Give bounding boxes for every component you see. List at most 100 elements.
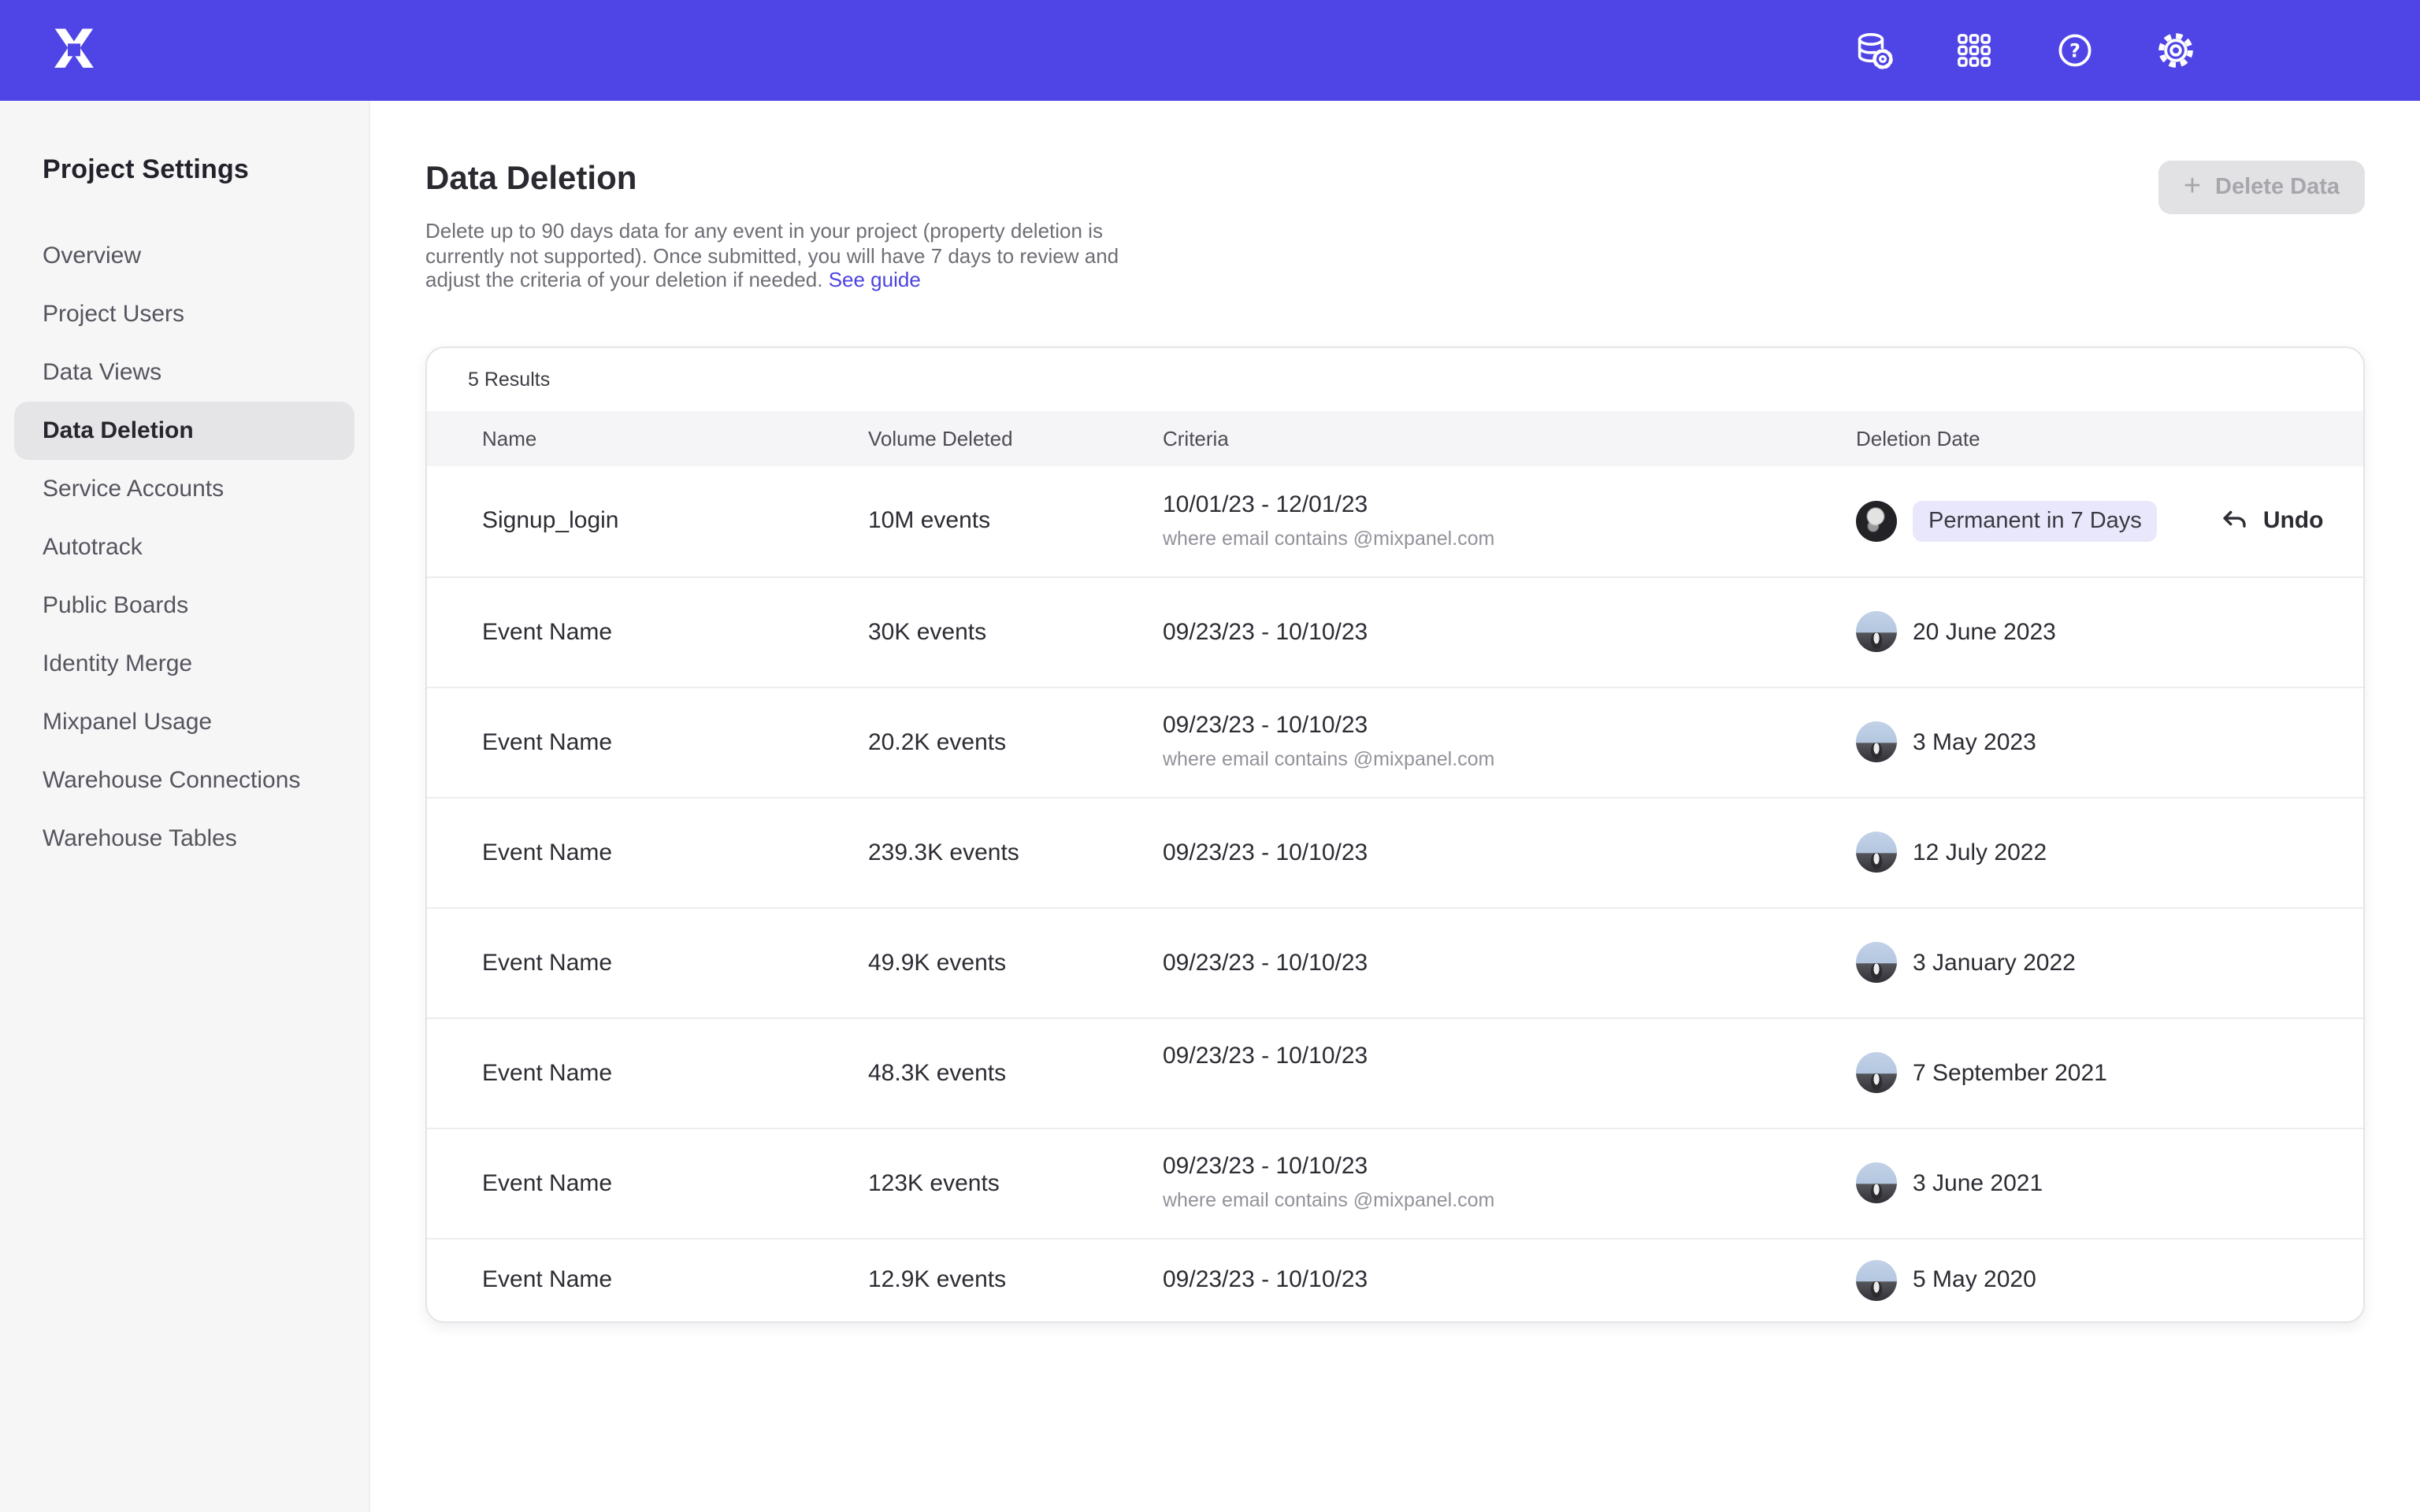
column-header-volume: Volume Deleted	[868, 427, 1163, 450]
row-name: Event Name	[482, 729, 868, 756]
row-name: Event Name	[482, 1170, 868, 1197]
deletion-date: 7 September 2021	[1913, 1060, 2107, 1087]
sidebar-item-warehouse-connections[interactable]: Warehouse Connections	[14, 751, 354, 810]
sidebar-item-service-accounts[interactable]: Service Accounts	[14, 460, 354, 518]
row-deletion-cell: 20 June 2023	[1856, 612, 2363, 653]
svg-text:?: ?	[2069, 40, 2080, 62]
table-row: Event Name 30K events 09/23/23 - 10/10/2…	[427, 576, 2363, 687]
row-name: Signup_login	[482, 508, 868, 535]
row-volume: 10M events	[868, 508, 1163, 535]
row-criteria-range: 10/01/23 - 12/01/23	[1163, 491, 1856, 518]
permanent-in-days-badge: Permanent in 7 Days	[1913, 501, 2158, 542]
row-name: Event Name	[482, 1267, 868, 1294]
settings-gear-icon[interactable]	[2155, 30, 2196, 71]
row-criteria: 09/23/23 - 10/10/23 where email contains…	[1163, 1154, 1856, 1214]
row-criteria-range: 09/23/23 - 10/10/23	[1163, 950, 1856, 976]
plus-icon: +	[2184, 171, 2201, 201]
column-header-criteria: Criteria	[1163, 427, 1856, 450]
database-gear-icon[interactable]	[1853, 30, 1894, 71]
sidebar: Project Settings OverviewProject UsersDa…	[0, 101, 370, 1512]
row-deletion-cell: Permanent in 7 Days Undo	[1856, 501, 2363, 542]
sidebar-item-data-views[interactable]: Data Views	[14, 343, 354, 402]
column-header-deletion-date: Deletion Date	[1856, 427, 2363, 450]
sidebar-item-autotrack[interactable]: Autotrack	[14, 518, 354, 576]
row-deletion-cell: 7 September 2021	[1856, 1053, 2363, 1094]
row-name: Event Name	[482, 1060, 868, 1087]
page-description: Delete up to 90 days data for any event …	[425, 219, 1138, 293]
row-criteria-range: 09/23/23 - 10/10/23	[1163, 1267, 1856, 1294]
deletion-date: 3 January 2022	[1913, 950, 2076, 976]
user-avatar	[1856, 612, 1897, 653]
delete-data-button[interactable]: + Delete Data	[2158, 161, 2365, 214]
row-volume: 12.9K events	[868, 1267, 1163, 1294]
row-criteria: 09/23/23 - 10/10/23	[1163, 1267, 1856, 1294]
row-criteria-filter: where email contains @mixpanel.com	[1163, 528, 1856, 551]
sidebar-item-public-boards[interactable]: Public Boards	[14, 576, 354, 635]
undo-icon	[2221, 507, 2249, 536]
see-guide-link[interactable]: See guide	[829, 268, 921, 291]
sidebar-item-data-deletion[interactable]: Data Deletion	[14, 402, 354, 460]
row-volume: 20.2K events	[868, 729, 1163, 756]
column-header-name: Name	[482, 427, 868, 450]
row-volume: 48.3K events	[868, 1060, 1163, 1087]
table-row: Event Name 20.2K events 09/23/23 - 10/10…	[427, 687, 2363, 797]
page-header: Data Deletion Delete up to 90 days data …	[425, 161, 2365, 293]
row-volume: 49.9K events	[868, 950, 1163, 976]
sidebar-item-warehouse-tables[interactable]: Warehouse Tables	[14, 810, 354, 868]
mixpanel-logo[interactable]: X	[47, 24, 101, 77]
table-row: Event Name 12.9K events 09/23/23 - 10/10…	[427, 1238, 2363, 1321]
table-row: Event Name 48.3K events 09/23/23 - 10/10…	[427, 1017, 2363, 1128]
row-volume: 239.3K events	[868, 839, 1163, 866]
row-volume: 30K events	[868, 619, 1163, 646]
row-criteria: 09/23/23 - 10/10/23	[1163, 1043, 1856, 1103]
apps-grid-icon[interactable]	[1954, 30, 1995, 71]
user-avatar	[1856, 832, 1897, 873]
user-avatar	[1856, 1163, 1897, 1204]
main-content: Data Deletion Delete up to 90 days data …	[370, 101, 2420, 1323]
row-criteria-range: 09/23/23 - 10/10/23	[1163, 1043, 1856, 1070]
undo-button[interactable]: Undo	[2221, 507, 2324, 536]
table-row: Event Name 49.9K events 09/23/23 - 10/10…	[427, 907, 2363, 1017]
page-title: Data Deletion	[425, 161, 1138, 198]
row-name: Event Name	[482, 839, 868, 866]
deletion-date: 3 May 2023	[1913, 729, 2036, 756]
sidebar-item-identity-merge[interactable]: Identity Merge	[14, 635, 354, 693]
help-icon[interactable]: ?	[2054, 30, 2095, 71]
deletion-date: 5 May 2020	[1913, 1267, 2036, 1294]
table-row: Event Name 239.3K events 09/23/23 - 10/1…	[427, 797, 2363, 907]
row-deletion-cell: 3 May 2023	[1856, 722, 2363, 763]
sidebar-item-project-users[interactable]: Project Users	[14, 285, 354, 343]
user-avatar	[1856, 1260, 1897, 1301]
row-criteria-filter: where email contains @mixpanel.com	[1163, 749, 1856, 773]
sidebar-title: Project Settings	[43, 154, 369, 186]
row-criteria: 09/23/23 - 10/10/23	[1163, 619, 1856, 646]
row-name: Event Name	[482, 950, 868, 976]
row-criteria-filter: where email contains @mixpanel.com	[1163, 1190, 1856, 1214]
deletion-date: 3 June 2021	[1913, 1170, 2043, 1197]
table-row: Signup_login 10M events 10/01/23 - 12/01…	[427, 466, 2363, 576]
row-name: Event Name	[482, 619, 868, 646]
row-criteria-range: 09/23/23 - 10/10/23	[1163, 839, 1856, 866]
user-avatar	[1856, 943, 1897, 984]
table-row: Event Name 123K events 09/23/23 - 10/10/…	[427, 1128, 2363, 1238]
table-header-row: Name Volume Deleted Criteria Deletion Da…	[427, 411, 2363, 466]
row-criteria: 09/23/23 - 10/10/23	[1163, 839, 1856, 866]
page-description-text: Delete up to 90 days data for any event …	[425, 219, 1119, 291]
row-criteria-range: 09/23/23 - 10/10/23	[1163, 1154, 1856, 1180]
row-criteria-filter	[1163, 1080, 1856, 1103]
sidebar-item-overview[interactable]: Overview	[14, 227, 354, 285]
deletion-date: 12 July 2022	[1913, 839, 2047, 866]
top-bar: X	[0, 0, 2420, 101]
undo-label: Undo	[2263, 508, 2324, 535]
user-avatar	[1856, 501, 1897, 542]
delete-data-button-label: Delete Data	[2215, 175, 2340, 200]
row-criteria: 10/01/23 - 12/01/23 where email contains…	[1163, 491, 1856, 551]
row-criteria: 09/23/23 - 10/10/23	[1163, 950, 1856, 976]
row-deletion-cell: 3 June 2021	[1856, 1163, 2363, 1204]
results-count: 5 Results	[427, 348, 2363, 411]
top-bar-actions: ?	[1853, 30, 2196, 71]
app-window: X	[0, 0, 2420, 1512]
row-deletion-cell: 12 July 2022	[1856, 832, 2363, 873]
row-deletion-cell: 3 January 2022	[1856, 943, 2363, 984]
sidebar-item-mixpanel-usage[interactable]: Mixpanel Usage	[14, 693, 354, 751]
